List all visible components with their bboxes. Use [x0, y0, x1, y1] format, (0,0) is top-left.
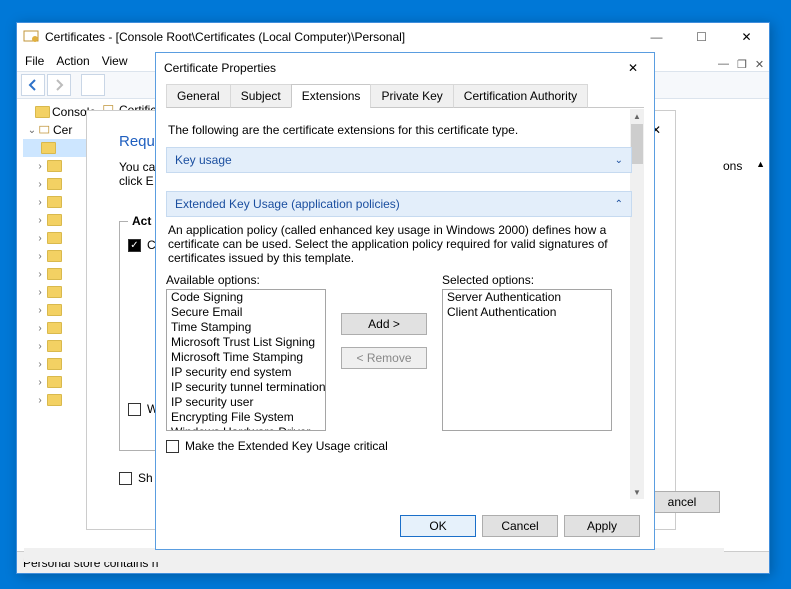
tab-private-key[interactable]: Private Key — [370, 84, 453, 108]
wizard-cancel-button[interactable]: ancel — [644, 491, 720, 513]
tabstrip: General Subject Extensions Private Key C… — [166, 83, 644, 108]
list-item[interactable]: Microsoft Time Stamping — [167, 350, 325, 365]
ok-button[interactable]: OK — [400, 515, 476, 537]
child-minimize-button[interactable]: — — [718, 58, 729, 71]
certificate-icon — [23, 29, 39, 45]
list-item[interactable]: Microsoft Trust List Signing — [167, 335, 325, 350]
actions-label: ons — [723, 159, 742, 173]
eku-critical-label: Make the Extended Key Usage critical — [185, 439, 388, 453]
child-close-button[interactable]: ✕ — [755, 58, 764, 71]
back-button[interactable] — [21, 74, 45, 96]
mmc-title: Certificates - [Console Root\Certificate… — [45, 30, 634, 44]
dialog-buttons: OK Cancel Apply — [400, 515, 640, 537]
list-item[interactable]: IP security user — [167, 395, 325, 410]
chevron-down-icon: ⌄ — [615, 155, 623, 166]
child-window-controls: — ❐ ✕ — [718, 58, 764, 71]
groupbox-label: Act — [128, 214, 155, 228]
cert-properties-dialog: Certificate Properties ✕ General Subject… — [155, 52, 655, 550]
eku-description: An application policy (called enhanced k… — [168, 223, 630, 265]
tab-cert-authority[interactable]: Certification Authority — [453, 84, 588, 108]
scroll-up-icon[interactable]: ▲ — [630, 109, 644, 123]
remove-button[interactable]: < Remove — [341, 347, 427, 369]
apply-button[interactable]: Apply — [564, 515, 640, 537]
tab-extensions[interactable]: Extensions — [291, 84, 372, 108]
list-item[interactable]: IP security tunnel termination — [167, 380, 325, 395]
intro-text: The following are the certificate extens… — [168, 123, 630, 137]
expander-key-usage-label: Key usage — [175, 153, 615, 167]
cert-props-title: Certificate Properties — [164, 61, 620, 75]
wizard-buttons: ancel — [644, 491, 720, 513]
menu-view[interactable]: View — [102, 54, 128, 68]
list-item[interactable]: Code Signing — [167, 290, 325, 305]
cert-props-titlebar: Certificate Properties ✕ — [156, 53, 654, 83]
minimize-button[interactable]: — — [634, 23, 679, 51]
mmc-titlebar: Certificates - [Console Root\Certificate… — [17, 23, 769, 51]
selected-options-list[interactable]: Server AuthenticationClient Authenticati… — [442, 289, 612, 431]
maximize-button[interactable]: ☐ — [679, 23, 724, 51]
menu-file[interactable]: File — [25, 54, 44, 68]
chevron-up-icon: ⌃ — [615, 199, 623, 210]
list-item[interactable]: Secure Email — [167, 305, 325, 320]
sysbuttons: — ☐ ✕ — [634, 23, 769, 51]
toolbar-btn[interactable] — [81, 74, 105, 96]
checkbox-icon — [166, 440, 179, 453]
tab-general[interactable]: General — [166, 84, 231, 108]
scroll-thumb[interactable] — [631, 124, 643, 164]
list-item[interactable]: Windows Hardware Driver — [167, 425, 325, 430]
add-button[interactable]: Add > — [341, 313, 427, 335]
selected-label: Selected options: — [442, 273, 612, 287]
list-item[interactable]: IP security end system — [167, 365, 325, 380]
actions-pane-fragment: ons ▲ — [723, 159, 765, 173]
eku-critical-checkbox[interactable]: Make the Extended Key Usage critical — [166, 439, 632, 453]
menu-action[interactable]: Action — [56, 54, 89, 68]
hscrollbar[interactable] — [24, 548, 724, 562]
wizard-checkbox-sh[interactable]: Sh — [119, 471, 153, 485]
expander-eku-label: Extended Key Usage (application policies… — [175, 197, 615, 211]
forward-button[interactable] — [47, 74, 71, 96]
expander-key-usage[interactable]: Key usage ⌄ — [166, 147, 632, 173]
available-label: Available options: — [166, 273, 326, 287]
extensions-pane: The following are the certificate extens… — [166, 121, 632, 499]
expander-eku[interactable]: Extended Key Usage (application policies… — [166, 191, 632, 217]
cert-tree-icon — [39, 124, 51, 136]
scroll-down-icon[interactable]: ▼ — [630, 485, 644, 499]
list-item[interactable]: Server Authentication — [443, 290, 611, 305]
down-arrow-icon[interactable]: ▲ — [756, 159, 765, 169]
child-restore-button[interactable]: ❐ — [737, 58, 747, 71]
tab-subject[interactable]: Subject — [230, 84, 292, 108]
list-item[interactable]: Time Stamping — [167, 320, 325, 335]
dialog-scrollbar[interactable]: ▲ ▼ — [630, 109, 644, 499]
close-button[interactable]: ✕ — [724, 23, 769, 51]
cert-props-close-button[interactable]: ✕ — [620, 55, 646, 81]
available-options-list[interactable]: Code SigningSecure EmailTime StampingMic… — [166, 289, 326, 431]
list-item[interactable]: Client Authentication — [443, 305, 611, 320]
list-item[interactable]: Encrypting File System — [167, 410, 325, 425]
cancel-button[interactable]: Cancel — [482, 515, 558, 537]
